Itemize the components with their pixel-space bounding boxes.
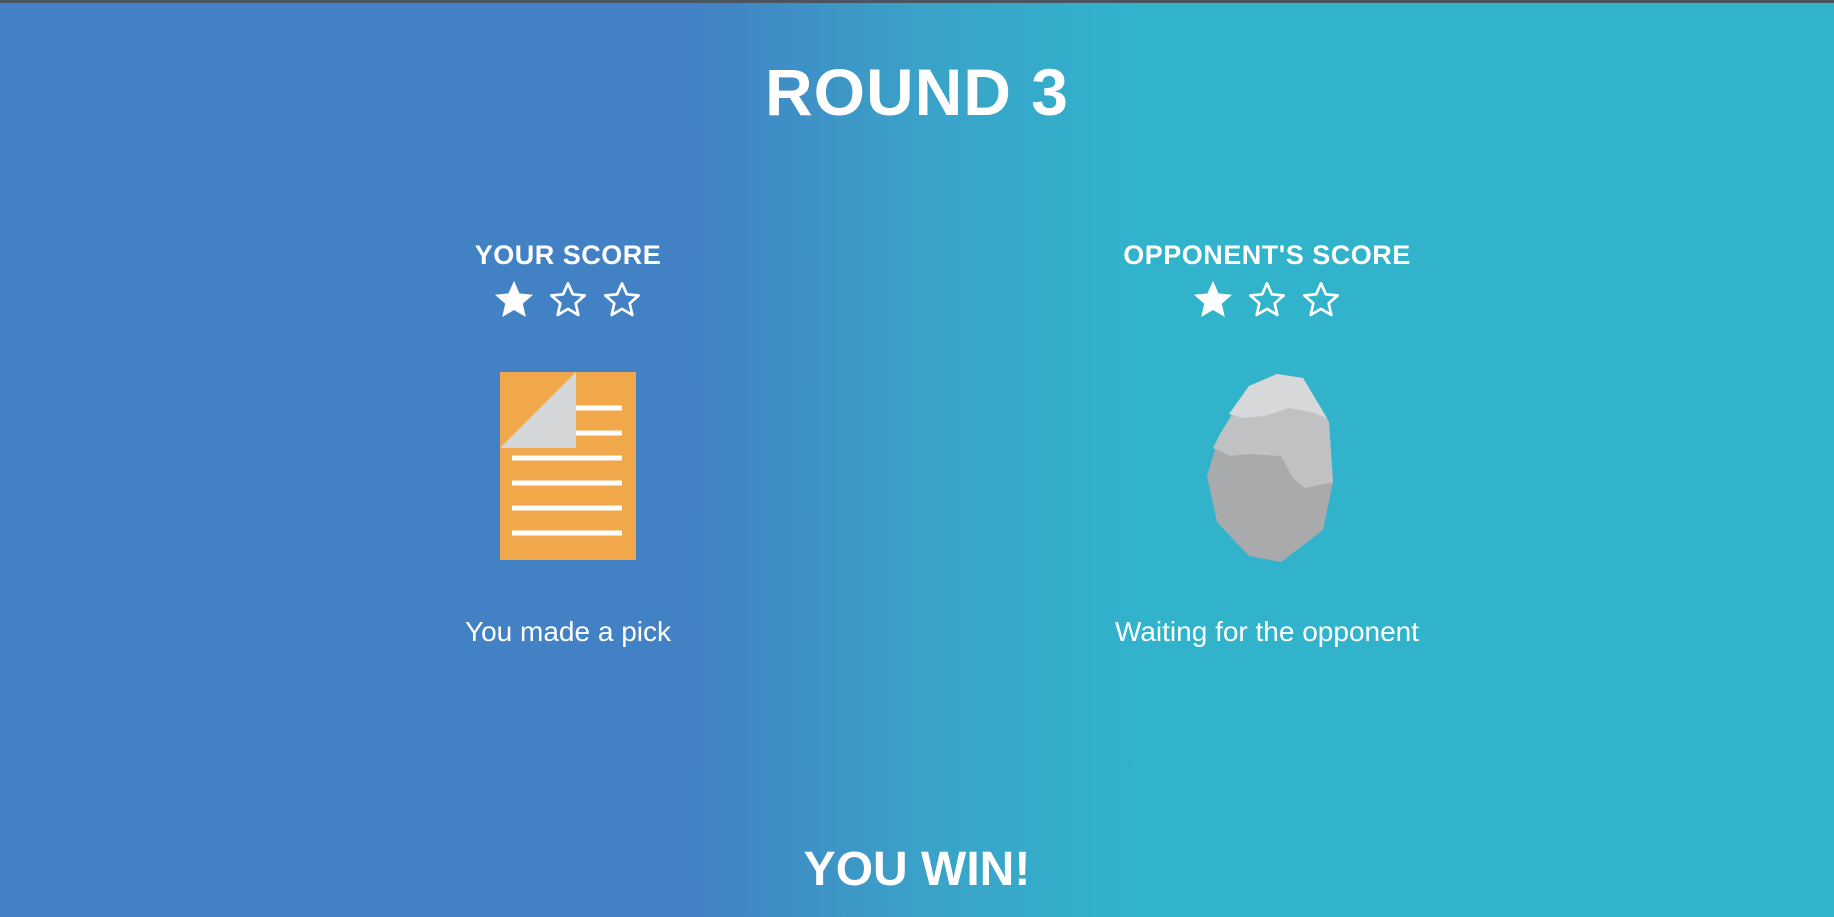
star-filled-icon <box>1193 280 1233 318</box>
star-outline-icon <box>550 282 586 317</box>
paper-document-icon <box>500 372 636 560</box>
result-text: YOU WIN! <box>803 843 1031 896</box>
opponent-score-label: OPPONENT'S SCORE <box>1123 240 1411 270</box>
window-top-border <box>0 0 1834 3</box>
player-panel: YOUR SCORE You made a pick <box>308 238 828 650</box>
star-filled-icon <box>494 280 534 318</box>
round-title: ROUND 3 <box>764 55 1070 129</box>
opponent-panel: OPPONENT'S SCORE Waiting for the opponen… <box>1007 238 1527 650</box>
opponent-score-stars <box>1007 280 1527 320</box>
your-score-label: YOUR SCORE <box>474 240 662 270</box>
your-score-stars <box>308 280 828 320</box>
star-outline-icon <box>1249 282 1285 317</box>
opponent-status-text: Waiting for the opponent <box>1114 616 1420 647</box>
star-outline-icon <box>1303 282 1339 317</box>
star-outline-icon <box>604 282 640 317</box>
rock-icon <box>1207 374 1333 562</box>
your-status-text: You made a pick <box>465 616 671 647</box>
